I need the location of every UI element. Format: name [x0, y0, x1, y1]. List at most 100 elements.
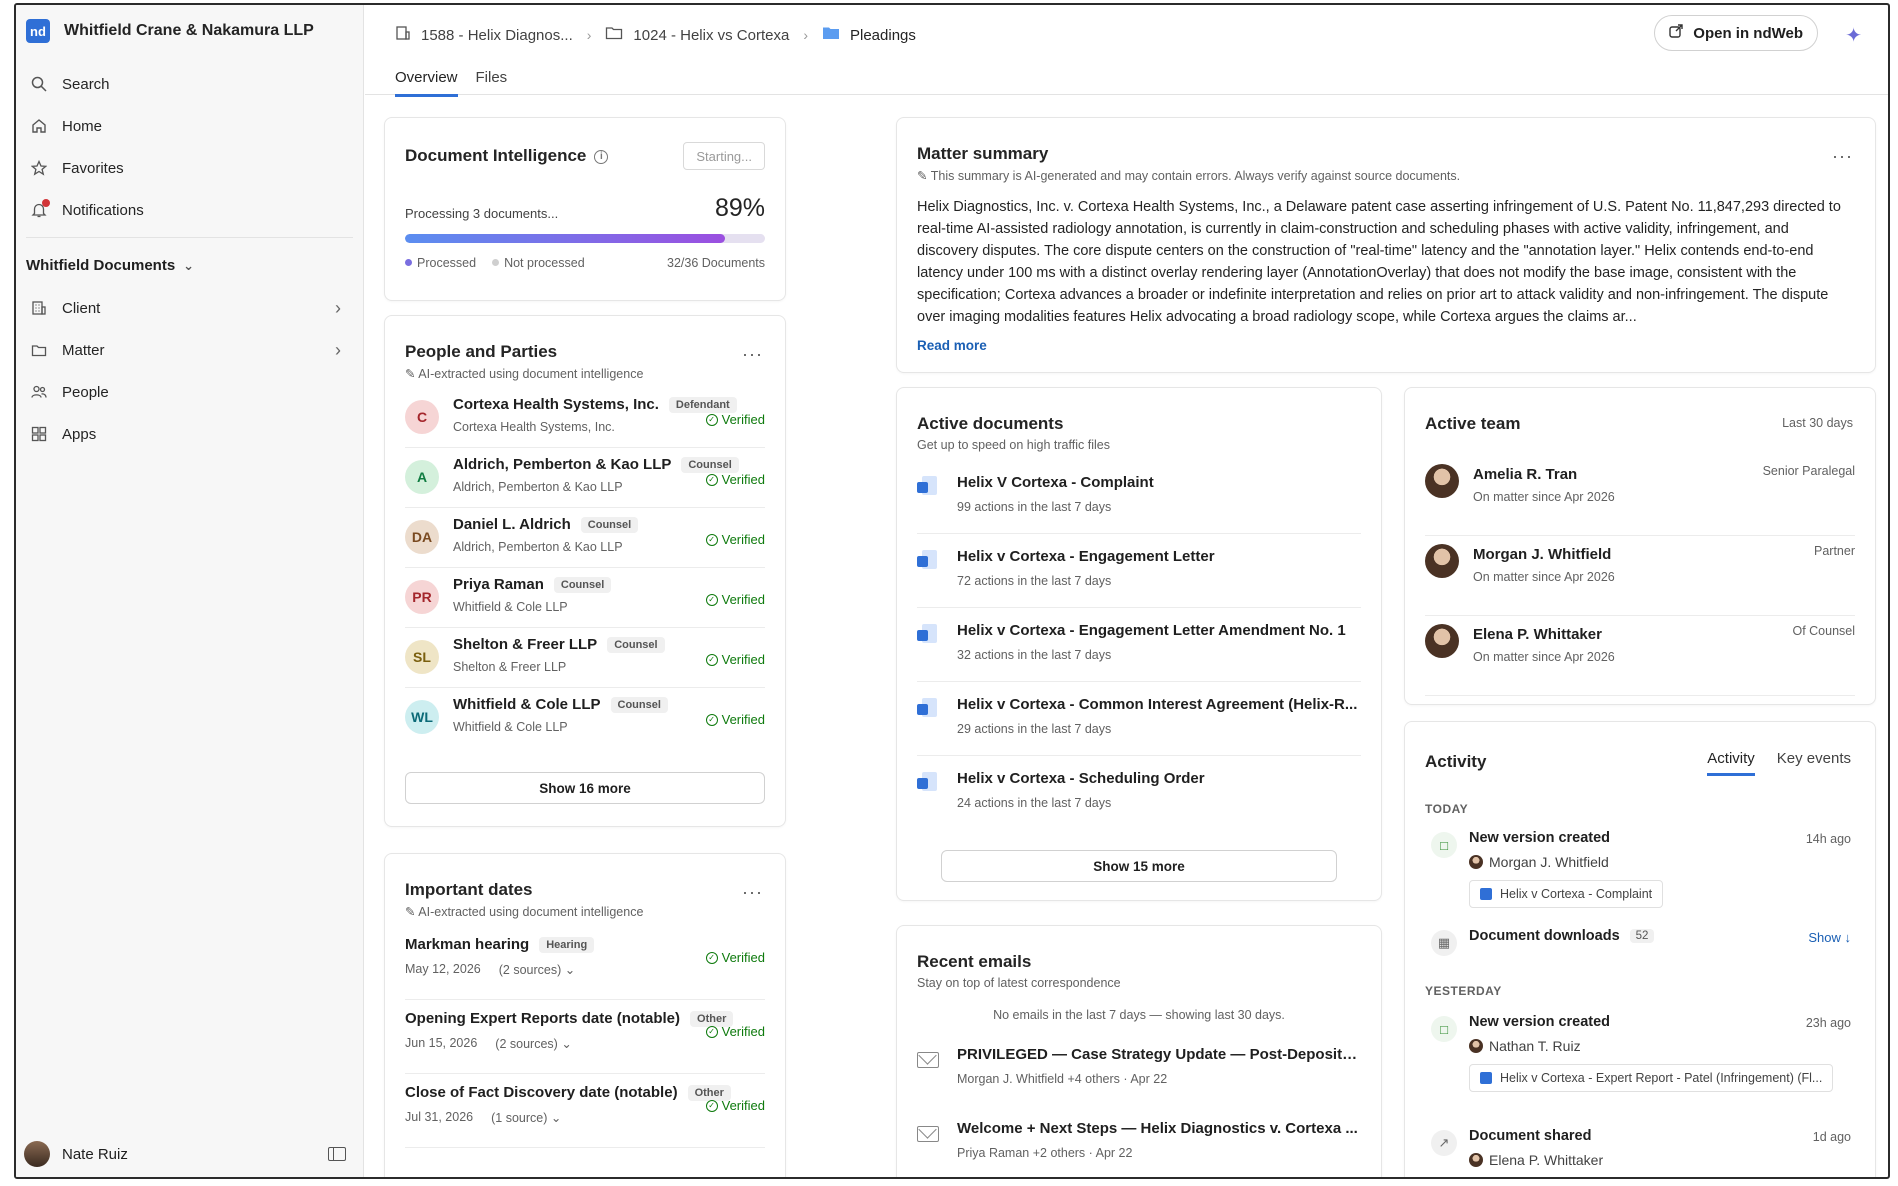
document-name: Helix v Cortexa - Common Interest Agreem… [957, 696, 1358, 713]
brand[interactable]: nd Whitfield Crane & Nakamura LLP [26, 19, 314, 43]
user-profile[interactable]: Nate Ruiz [24, 1141, 354, 1167]
sources-toggle[interactable]: (2 sources) ⌄ [495, 1036, 572, 1051]
party-org: Whitfield & Cole LLP [453, 720, 568, 734]
card-title: Matter summary [917, 144, 1049, 163]
sidebar-item-people[interactable]: People [16, 371, 363, 413]
chevron-down-icon: ⌄ [561, 1037, 572, 1051]
email-row[interactable]: PRIVILEGED — Case Strategy Update — Post… [917, 1038, 1361, 1112]
party-row[interactable]: A Aldrich, Pemberton & Kao LLP Counsel Aldr… [405, 448, 765, 508]
file-chip[interactable]: Helix v Cortexa - Complaint [1469, 880, 1664, 908]
show-downloads-link[interactable]: Show ↓ [1808, 930, 1851, 945]
party-row[interactable]: PR Priya Raman Counsel Whitfield & Cole LLP… [405, 568, 765, 628]
party-row[interactable]: C Cortexa Health Systems, Inc. Defendant Co… [405, 388, 765, 448]
dot-icon [492, 259, 500, 266]
email-row[interactable]: Welcome + Next Steps — Helix Diagnostics… [917, 1112, 1361, 1177]
download-icon: ▦ [1431, 930, 1457, 956]
name-text: Cortexa Health Systems, Inc. [453, 396, 659, 413]
breadcrumb-client[interactable]: 1588 - Helix Diagnos... [395, 25, 573, 45]
document-actions: 32 actions in the last 7 days [957, 648, 1112, 662]
activity-event[interactable]: ▦ Document downloads 52 Show ↓ [1425, 928, 1851, 962]
card-title: People and Parties [405, 342, 558, 361]
show-more-documents-button[interactable]: Show 15 more [941, 850, 1337, 882]
more-options-icon[interactable]: ··· [742, 882, 763, 903]
card-subtitle: ✎ This summary is AI-generated and may c… [917, 169, 1461, 183]
team-member[interactable]: Morgan J. Whitfield On matter since Apr 2… [1425, 536, 1855, 616]
file-name: Helix v Cortexa - Expert Report - Patel … [1500, 1071, 1823, 1085]
member-role: Of Counsel [1792, 624, 1855, 638]
sidebar-item-matter[interactable]: Matter › [16, 329, 363, 371]
tab-activity[interactable]: Activity [1707, 750, 1755, 776]
sidebar-toggle-icon[interactable] [328, 1147, 346, 1161]
breadcrumb-label: 1588 - Helix Diagnos... [421, 26, 573, 44]
progress-fill [405, 234, 726, 243]
read-more-link[interactable]: Read more [917, 338, 987, 353]
verified-badge: ✓ Verified [705, 472, 765, 487]
document-row[interactable]: Helix v Cortexa - Engagement Letter Amen… [917, 608, 1361, 682]
party-row[interactable]: SL Shelton & Freer LLP Counsel Shelton & Fr… [405, 628, 765, 688]
folder-icon [605, 25, 623, 45]
sidebar-item-apps[interactable]: Apps [16, 413, 363, 455]
document-row[interactable]: Helix V Cortexa - Complaint 99 actions in… [917, 460, 1361, 534]
verified-text: Verified [721, 712, 765, 727]
more-options-icon[interactable]: ··· [1832, 146, 1853, 167]
document-row[interactable]: Helix v Cortexa - Common Interest Agreem… [917, 682, 1361, 756]
member-since: On matter since Apr 2026 [1473, 650, 1615, 664]
breadcrumb-folder[interactable]: Pleadings [822, 25, 916, 45]
activity-event[interactable]: ↗ Document shared 1d ago Elena P. Whitta… [1425, 1128, 1851, 1177]
subtitle-text: AI-extracted using document intelligence [418, 905, 644, 919]
role-tag: Counsel [580, 516, 639, 533]
date-row[interactable]: Markman hearing Hearing May 12, 2026 (2 sou… [405, 926, 765, 1000]
chevron-down-icon: ⌄ [550, 1111, 562, 1125]
tab-overview[interactable]: Overview [395, 69, 458, 97]
avatar [1469, 855, 1483, 869]
sidebar-item-home[interactable]: Home [16, 105, 363, 147]
processing-text: Processing 3 documents... [405, 206, 559, 221]
show-more-people-button[interactable]: Show 16 more [405, 772, 765, 804]
party-row[interactable]: DA Daniel L. Aldrich Counsel Aldrich, Pembe… [405, 508, 765, 568]
activity-event[interactable]: □ New version created 23h ago Nathan T. … [1425, 1014, 1851, 1098]
tab-key-events[interactable]: Key events [1777, 750, 1851, 776]
sidebar-item-notifications[interactable]: Notifications [16, 189, 363, 231]
title-text: Document Intelligence [405, 146, 587, 165]
party-row[interactable]: WL Whitfield & Cole LLP Counsel Whitfield &… [405, 688, 765, 748]
party-name: Priya Raman Counsel [453, 576, 612, 593]
sources-toggle[interactable]: (2 sources) ⌄ [499, 962, 576, 977]
section-toggle-whitfield-documents[interactable]: Whitfield Documents ⌄ [26, 257, 194, 274]
building-icon [395, 25, 411, 45]
sparkle-icon[interactable]: ✦ [1845, 23, 1862, 48]
page-tabs: Overview Files [395, 69, 507, 97]
info-icon[interactable]: i [594, 150, 609, 164]
date-row[interactable]: Opening Expert Reports date (notable) Oth… [405, 1000, 765, 1074]
avatar [1425, 544, 1459, 578]
share-icon: ↗ [1431, 1130, 1457, 1156]
team-member[interactable]: Amelia R. Tran On matter since Apr 2026 Se… [1425, 456, 1855, 536]
verified-text: Verified [721, 532, 765, 547]
folder-filled-icon [822, 25, 840, 45]
document-row[interactable]: Helix v Cortexa - Engagement Letter 72 ac… [917, 534, 1361, 608]
chevron-down-icon: ⌄ [183, 257, 195, 273]
party-name: Cortexa Health Systems, Inc. Defendant [453, 396, 737, 413]
tab-files[interactable]: Files [476, 69, 508, 97]
check-icon: ✓ [705, 1025, 718, 1038]
breadcrumb-matter[interactable]: 1024 - Helix vs Cortexa [605, 25, 789, 45]
envelope-icon [917, 1126, 939, 1142]
document-name: Helix v Cortexa - Scheduling Order [957, 770, 1205, 787]
event-title: New version created [1469, 1014, 1611, 1030]
sidebar-item-label: Search [62, 75, 110, 93]
sidebar-item-search[interactable]: Search [16, 63, 363, 105]
sources-toggle[interactable]: (1 source) ⌄ [491, 1110, 561, 1125]
avatar: PR [405, 580, 439, 614]
building-icon [30, 299, 48, 317]
starting-button[interactable]: Starting... [683, 142, 765, 170]
more-options-icon[interactable]: ··· [742, 344, 763, 365]
date-row[interactable]: Close of Fact Discovery date (notable) Ot… [405, 1074, 765, 1148]
activity-event[interactable]: □ New version created 14h ago Morgan J. … [1425, 830, 1851, 914]
sources-text: (1 source) [491, 1111, 548, 1125]
document-count: 32/36 Documents [667, 256, 765, 270]
file-chip[interactable]: Helix v Cortexa - Expert Report - Patel … [1469, 1064, 1834, 1092]
sidebar-item-favorites[interactable]: Favorites [16, 147, 363, 189]
document-row[interactable]: Helix v Cortexa - Scheduling Order 24 act… [917, 756, 1361, 830]
team-member[interactable]: Elena P. Whittaker On matter since Apr 20… [1425, 616, 1855, 696]
sidebar-item-client[interactable]: Client › [16, 287, 363, 329]
open-in-ndweb-button[interactable]: Open in ndWeb [1654, 15, 1818, 51]
